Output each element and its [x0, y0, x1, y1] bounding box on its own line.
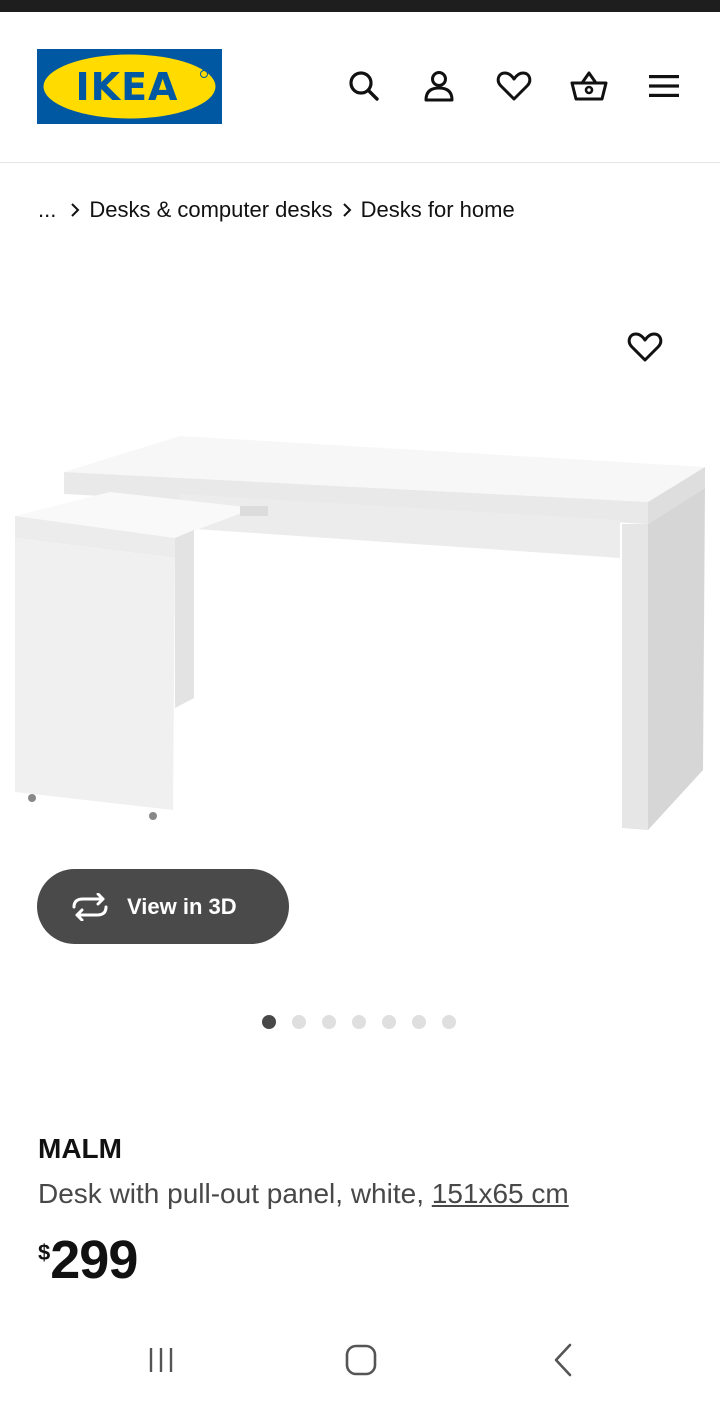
site-header: IKEA — [0, 12, 720, 163]
product-price: $ 299 — [38, 1228, 138, 1292]
breadcrumb: ... Desks & computer desks Desks for hom… — [38, 193, 515, 227]
svg-text:IKEA: IKEA — [76, 65, 179, 109]
search-icon[interactable] — [342, 64, 386, 108]
view-in-3d-button[interactable]: View in 3D — [37, 869, 289, 944]
home-icon[interactable] — [336, 1340, 386, 1380]
carousel-dot[interactable] — [262, 1015, 276, 1029]
basket-icon[interactable] — [567, 64, 611, 108]
view-in-3d-label: View in 3D — [127, 893, 237, 919]
price-amount: 299 — [50, 1230, 138, 1290]
breadcrumb-item-desks-for-home[interactable]: Desks for home — [361, 197, 515, 223]
recent-apps-icon[interactable] — [136, 1340, 186, 1380]
breadcrumb-ellipsis[interactable]: ... — [38, 197, 56, 223]
status-bar — [0, 0, 720, 12]
carousel-dot[interactable] — [352, 1015, 366, 1029]
breadcrumb-item-desks-computer-desks[interactable]: Desks & computer desks — [89, 197, 332, 223]
carousel-dot[interactable] — [292, 1015, 306, 1029]
heart-icon — [627, 332, 663, 362]
account-icon[interactable] — [417, 64, 461, 108]
add-to-favourites-button[interactable] — [622, 324, 668, 370]
ikea-logo[interactable]: IKEA — [37, 49, 222, 124]
price-currency: $ — [38, 1240, 51, 1265]
chevron-right-icon — [70, 203, 80, 217]
product-description: Desk with pull-out panel, white, 151x65 … — [38, 1178, 569, 1210]
carousel-dot[interactable] — [442, 1015, 456, 1029]
rotate-3d-icon — [70, 887, 110, 927]
product-description-text: Desk with pull-out panel, white, — [38, 1178, 432, 1209]
product-image[interactable] — [0, 420, 720, 840]
system-navigation-bar — [0, 1320, 720, 1401]
menu-icon[interactable] — [642, 64, 686, 108]
carousel-dot[interactable] — [322, 1015, 336, 1029]
carousel-pagination — [262, 1015, 472, 1029]
product-measurement-link[interactable]: 151x65 cm — [432, 1178, 569, 1209]
product-name: MALM — [38, 1133, 122, 1164]
carousel-dot[interactable] — [412, 1015, 426, 1029]
heart-icon[interactable] — [492, 64, 536, 108]
chevron-right-icon — [342, 203, 352, 217]
carousel-dot[interactable] — [382, 1015, 396, 1029]
back-icon[interactable] — [538, 1340, 588, 1380]
